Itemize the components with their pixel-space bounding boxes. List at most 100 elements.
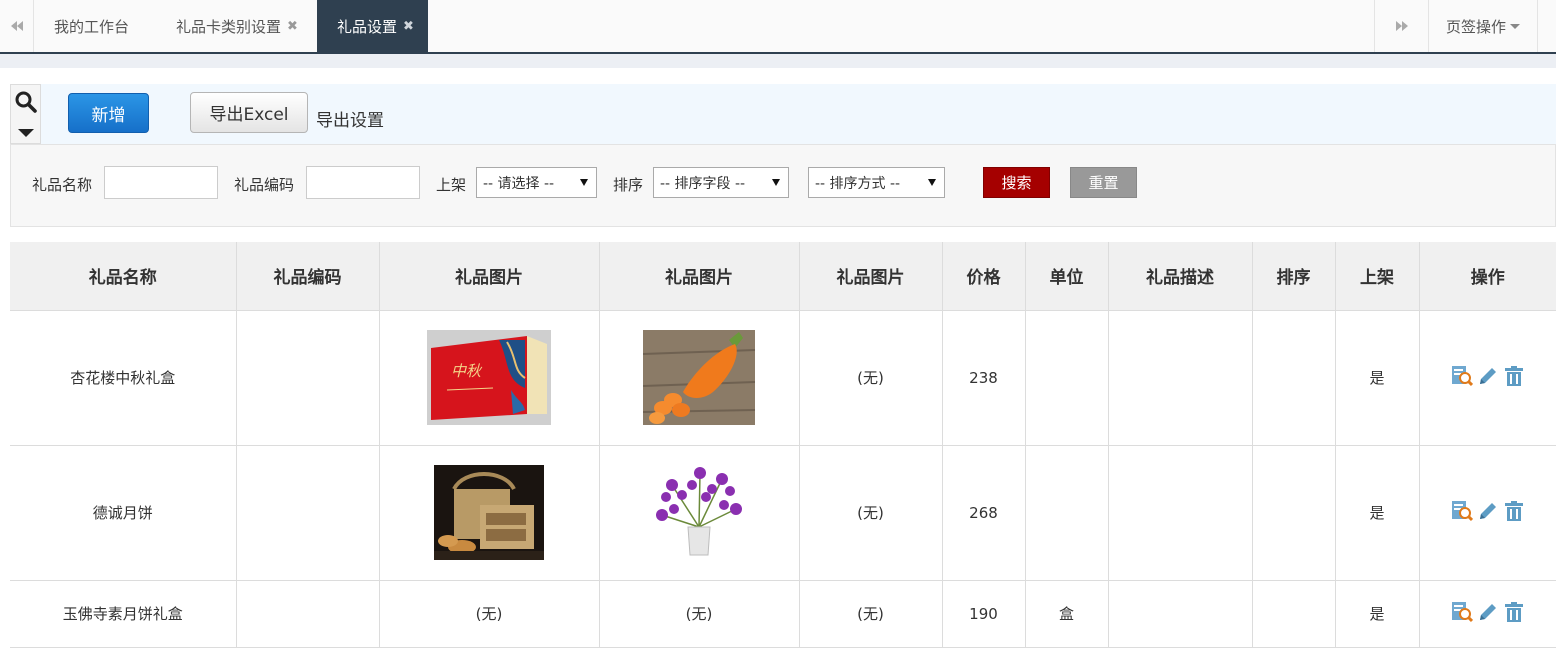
column-header[interactable]: 上架 bbox=[1335, 242, 1420, 311]
description-cell bbox=[1108, 310, 1253, 446]
dropdown-arrow-icon bbox=[580, 179, 588, 186]
unit-cell: 盒 bbox=[1025, 580, 1109, 648]
sort-field-select-value: -- 排序字段 -- bbox=[660, 175, 746, 192]
column-header[interactable]: 礼品编码 bbox=[236, 242, 380, 311]
search-toggle-button[interactable] bbox=[10, 84, 41, 144]
on-shelf-select[interactable]: -- 请选择 -- bbox=[476, 167, 597, 198]
page-ops-label: 页签操作 bbox=[1445, 17, 1506, 36]
gift-name-cell: 杏花楼中秋礼盒 bbox=[10, 310, 237, 446]
price-cell: 190 bbox=[942, 580, 1026, 648]
sort-label: 排序 bbox=[613, 176, 644, 194]
gift-image-cell bbox=[379, 445, 600, 581]
delete-trash-icon[interactable] bbox=[1503, 500, 1525, 526]
sort-field-select[interactable]: -- 排序字段 -- bbox=[653, 167, 789, 198]
edit-pencil-icon[interactable] bbox=[1477, 365, 1499, 391]
tab-gift-settings[interactable]: 礼品设置 ✖ bbox=[317, 0, 428, 52]
tab-label: 我的工作台 bbox=[54, 17, 130, 36]
export-excel-button[interactable]: 导出Excel bbox=[190, 92, 308, 133]
delete-trash-icon[interactable] bbox=[1503, 601, 1525, 627]
red-gift-box-image[interactable]: 中秋 bbox=[427, 330, 551, 425]
caret-down-icon bbox=[1510, 23, 1520, 29]
view-detail-icon[interactable] bbox=[1451, 601, 1473, 627]
table-row: 玉佛寺素月饼礼盒 (无) (无) (无) 190 盒 是 bbox=[10, 580, 1556, 648]
tab-bar: 我的工作台 礼品卡类别设置 ✖ 礼品设置 ✖ 页签操作 bbox=[0, 0, 1556, 54]
wooden-mooncake-box-image[interactable] bbox=[434, 465, 544, 560]
tab-gift-card-category[interactable]: 礼品卡类别设置 ✖ bbox=[176, 0, 298, 52]
column-header[interactable]: 礼品图片 bbox=[599, 242, 800, 311]
on-shelf-cell: 是 bbox=[1335, 310, 1420, 446]
column-header[interactable]: 单位 bbox=[1025, 242, 1109, 311]
table-row: 德诚月饼 (无) 268 是 bbox=[10, 445, 1556, 581]
sort-cell bbox=[1252, 580, 1336, 648]
page-ops-dropdown[interactable]: 页签操作 bbox=[1428, 0, 1538, 52]
purple-orchid-image[interactable] bbox=[652, 465, 746, 560]
column-header[interactable]: 礼品名称 bbox=[10, 242, 237, 311]
price-cell: 238 bbox=[942, 310, 1026, 446]
gift-image-cell bbox=[599, 310, 800, 446]
gift-name-cell: 玉佛寺素月饼礼盒 bbox=[10, 580, 237, 648]
gift-name-cell: 德诚月饼 bbox=[10, 445, 237, 581]
search-button[interactable]: 搜索 bbox=[983, 167, 1050, 198]
gift-image-cell-empty: (无) bbox=[799, 580, 943, 648]
export-settings-link[interactable]: 导出设置 bbox=[316, 106, 384, 131]
unit-cell bbox=[1025, 445, 1109, 581]
sort-order-select-value: -- 排序方式 -- bbox=[815, 175, 901, 192]
carrot-image[interactable] bbox=[643, 330, 755, 425]
edit-pencil-icon[interactable] bbox=[1477, 601, 1499, 627]
column-header[interactable]: 礼品描述 bbox=[1108, 242, 1253, 311]
description-cell bbox=[1108, 445, 1253, 581]
gift-image-cell-empty: (无) bbox=[379, 580, 600, 648]
search-panel: 礼品名称 礼品编码 上架 -- 请选择 -- 排序 -- 排序字段 -- -- … bbox=[10, 144, 1556, 227]
delete-trash-icon[interactable] bbox=[1503, 365, 1525, 391]
sort-cell bbox=[1252, 310, 1336, 446]
column-header[interactable]: 礼品图片 bbox=[799, 242, 943, 311]
gift-table: 礼品名称 礼品编码 礼品图片 礼品图片 礼品图片 价格 单位 礼品描述 排序 上… bbox=[10, 242, 1556, 648]
tab-label: 礼品卡类别设置 bbox=[176, 17, 282, 36]
double-chevron-right-icon bbox=[1395, 21, 1408, 31]
table-header-row: 礼品名称 礼品编码 礼品图片 礼品图片 礼品图片 价格 单位 礼品描述 排序 上… bbox=[10, 242, 1556, 311]
gift-image-cell-empty: (无) bbox=[599, 580, 800, 648]
close-icon[interactable]: ✖ bbox=[403, 19, 414, 34]
toolbar: 新增 导出Excel 导出设置 bbox=[10, 84, 1556, 144]
gift-code-input[interactable] bbox=[306, 166, 420, 199]
gift-code-cell bbox=[236, 580, 380, 648]
sort-order-select[interactable]: -- 排序方式 -- bbox=[808, 167, 945, 198]
column-header[interactable]: 礼品图片 bbox=[379, 242, 600, 311]
actions-cell bbox=[1419, 580, 1556, 648]
gift-name-label: 礼品名称 bbox=[32, 176, 93, 194]
tab-workbench[interactable]: 我的工作台 bbox=[54, 0, 129, 52]
actions-cell bbox=[1419, 445, 1556, 581]
gift-image-cell-empty: (无) bbox=[799, 445, 943, 581]
column-header[interactable]: 价格 bbox=[942, 242, 1026, 311]
price-cell: 268 bbox=[942, 445, 1026, 581]
add-button[interactable]: 新增 bbox=[68, 93, 149, 133]
column-header[interactable]: 排序 bbox=[1252, 242, 1336, 311]
gift-name-input[interactable] bbox=[104, 166, 218, 199]
search-icon bbox=[15, 91, 37, 113]
double-chevron-left-icon bbox=[10, 21, 23, 31]
column-header: 操作 bbox=[1419, 242, 1556, 311]
gift-code-cell bbox=[236, 445, 380, 581]
gift-image-cell-empty: (无) bbox=[799, 310, 943, 446]
content-divider bbox=[0, 54, 1556, 68]
reset-button[interactable]: 重置 bbox=[1070, 167, 1137, 198]
gift-code-cell bbox=[236, 310, 380, 446]
tab-label: 礼品设置 bbox=[337, 17, 398, 36]
on-shelf-cell: 是 bbox=[1335, 580, 1420, 648]
svg-text:中秋: 中秋 bbox=[451, 362, 483, 380]
tab-scroll-right-button[interactable] bbox=[1374, 0, 1428, 52]
description-cell bbox=[1108, 580, 1253, 648]
on-shelf-cell: 是 bbox=[1335, 445, 1420, 581]
gift-code-label: 礼品编码 bbox=[234, 176, 295, 194]
close-icon[interactable]: ✖ bbox=[287, 19, 298, 34]
gift-image-cell bbox=[599, 445, 800, 581]
caret-down-icon bbox=[18, 129, 34, 137]
gift-image-cell: 中秋 bbox=[379, 310, 600, 446]
tab-scroll-left-button[interactable] bbox=[0, 0, 34, 52]
table-row: 杏花楼中秋礼盒 中秋 (无) 238 是 bbox=[10, 310, 1556, 446]
view-detail-icon[interactable] bbox=[1451, 500, 1473, 526]
unit-cell bbox=[1025, 310, 1109, 446]
edit-pencil-icon[interactable] bbox=[1477, 500, 1499, 526]
dropdown-arrow-icon bbox=[928, 179, 936, 186]
view-detail-icon[interactable] bbox=[1451, 365, 1473, 391]
